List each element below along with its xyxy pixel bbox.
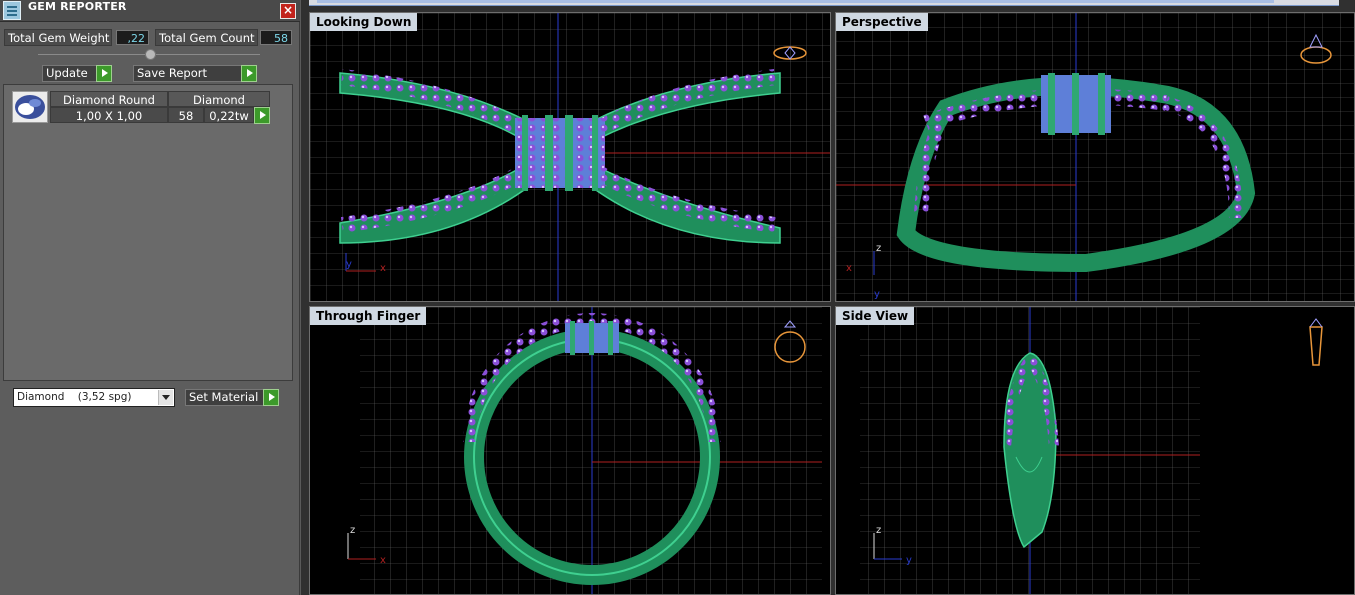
- diamond-round-icon[interactable]: [12, 91, 48, 123]
- z-axis-label: z: [350, 525, 355, 536]
- total-gem-count-value: 58: [260, 30, 292, 45]
- gem-row-arrow-icon[interactable]: [254, 107, 270, 124]
- gem-weight-cell: 0,22tw: [204, 107, 254, 123]
- y-axis-label: y: [346, 259, 352, 270]
- material-select-value: Diamond (3,52 spg): [17, 391, 132, 403]
- panel-title: GEM REPORTER: [28, 0, 127, 13]
- top-scrollbar[interactable]: [309, 0, 1339, 6]
- through-finger-canvas: z x: [347, 307, 822, 594]
- update-button-label: Update: [46, 66, 88, 80]
- material-select[interactable]: Diamond (3,52 spg): [13, 388, 175, 407]
- gem-size-cell: 1,00 X 1,00: [50, 107, 168, 123]
- viewport-label: Perspective: [836, 13, 928, 31]
- viewport-label: Through Finger: [310, 307, 427, 325]
- gem-table-header-material: Diamond: [168, 91, 270, 107]
- y-axis-label: y: [906, 555, 912, 566]
- size-slider-thumb[interactable]: [145, 49, 156, 60]
- save-report-arrow-icon: [241, 65, 257, 82]
- total-gem-count-label: Total Gem Count: [155, 29, 258, 46]
- y-axis-label: y: [874, 289, 880, 300]
- gem-reporter-icon: [3, 1, 21, 20]
- chevron-down-icon[interactable]: [158, 390, 173, 405]
- scroll-track: [317, 0, 1274, 3]
- x-axis-label: x: [380, 555, 386, 566]
- close-button[interactable]: ×: [280, 3, 296, 19]
- gem-table: Diamond Round Diamond 1,00 X 1,00 58 0,2…: [50, 91, 270, 124]
- gem-reporter-panel: GEM REPORTER × Total Gem Weight ,22 Tota…: [0, 0, 300, 595]
- panel-titlebar: GEM REPORTER ×: [0, 0, 300, 22]
- side-view-ring-icon: [1309, 318, 1323, 366]
- perspective-canvas: z x y: [836, 13, 1354, 301]
- total-gem-weight-label: Total Gem Weight: [4, 29, 112, 46]
- update-arrow-icon: [96, 65, 112, 82]
- gem-table-header-shape: Diamond Round: [50, 91, 168, 107]
- gem-list: Diamond Round Diamond 1,00 X 1,00 58 0,2…: [3, 84, 293, 381]
- viewport-workspace: y x Looking Down z x y Perspective z x T…: [301, 0, 1355, 595]
- z-axis-label: z: [876, 525, 881, 536]
- save-report-button-label: Save Report: [137, 66, 208, 80]
- viewport-side-view[interactable]: z y Side View: [835, 306, 1355, 595]
- set-material-button[interactable]: Set Material: [185, 389, 279, 406]
- viewport-perspective[interactable]: z x y Perspective: [835, 12, 1355, 302]
- z-axis-label: z: [876, 243, 881, 254]
- viewport-looking-down[interactable]: y x Looking Down: [309, 12, 831, 302]
- looking-down-canvas: y x: [310, 13, 830, 301]
- x-axis-label: x: [380, 263, 386, 274]
- total-gem-weight-value: ,22: [116, 30, 149, 45]
- set-material-button-label: Set Material: [189, 390, 259, 404]
- viewport-label: Looking Down: [310, 13, 418, 31]
- save-report-button[interactable]: Save Report: [133, 65, 257, 82]
- gem-count-cell: 58: [168, 107, 204, 123]
- set-material-arrow-icon: [263, 389, 279, 406]
- update-button[interactable]: Update: [42, 65, 112, 82]
- x-axis-label: x: [846, 263, 852, 274]
- side-view-canvas: z y: [860, 307, 1323, 594]
- viewport-through-finger[interactable]: z x Through Finger: [309, 306, 831, 595]
- viewport-label: Side View: [836, 307, 915, 325]
